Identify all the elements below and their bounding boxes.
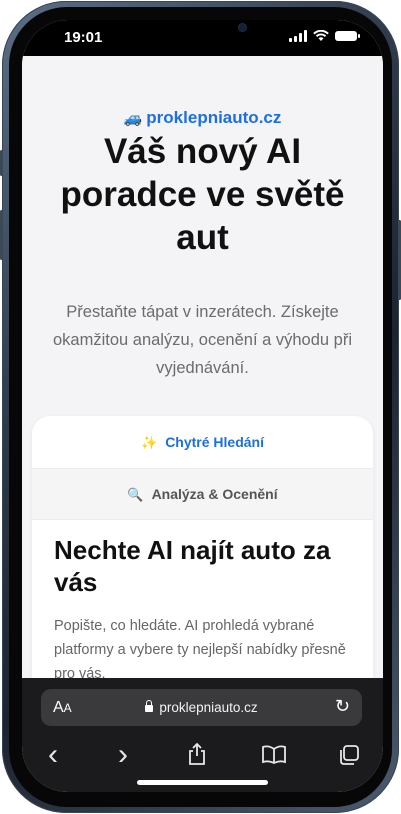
car-icon: 🚙 — [123, 110, 143, 127]
screen: 19:01 🚙 proklepniauto.cz Váš nový AI pora… — [22, 20, 383, 792]
browser-toolbar: ‹ › — [22, 740, 383, 770]
status-icons — [289, 30, 360, 42]
tabs-icon[interactable] — [338, 744, 360, 766]
tab-analysis-valuation[interactable]: 🔍 Analýza & Ocenění — [32, 468, 373, 520]
bookmarks-icon[interactable] — [261, 745, 287, 765]
card-description: Popište, co hledáte. AI prohledá vybrané… — [54, 618, 346, 682]
page-subtext: Přestaňte tápat v inzerátech. Získejte o… — [52, 303, 352, 377]
wifi-icon — [313, 30, 329, 41]
page-headline: Váš nový AI poradce ve světě aut — [60, 132, 345, 257]
brand-name: proklepniauto.cz — [146, 108, 282, 127]
url-text: proklepniauto.cz — [159, 700, 258, 715]
address-bar[interactable]: AA proklepniauto.cz ↻ — [41, 689, 362, 726]
web-page: 🚙 proklepniauto.cz Váš nový AI poradce ve… — [22, 56, 383, 756]
notch — [109, 20, 295, 51]
tab-smart-search[interactable]: ✨ Chytré Hledání — [32, 416, 373, 468]
status-bar: 19:01 — [22, 20, 383, 56]
back-icon[interactable]: ‹ — [48, 740, 58, 770]
front-camera-icon — [239, 24, 246, 31]
home-indicator — [137, 780, 268, 785]
reload-icon[interactable]: ↻ — [335, 696, 350, 717]
sparkles-icon: ✨ — [141, 435, 158, 450]
side-button-left-1 — [0, 150, 3, 176]
share-icon[interactable] — [187, 742, 207, 766]
safari-bottom-bar: AA proklepniauto.cz ↻ ‹ › — [22, 678, 383, 792]
battery-icon — [335, 31, 360, 41]
signal-icon — [289, 30, 307, 42]
status-time: 19:01 — [64, 29, 103, 46]
magnifier-icon: 🔍 — [127, 487, 144, 502]
tab-label: Chytré Hledání — [165, 434, 264, 450]
tab-label: Analýza & Ocenění — [151, 486, 278, 502]
forward-icon[interactable]: › — [118, 740, 128, 770]
brand-link[interactable]: 🚙 proklepniauto.cz — [22, 108, 383, 128]
side-button-left-2 — [0, 210, 3, 260]
lock-icon — [145, 700, 154, 712]
card-title: Nechte AI najít auto za vás — [54, 535, 331, 597]
url-display[interactable]: proklepniauto.cz — [41, 700, 362, 715]
